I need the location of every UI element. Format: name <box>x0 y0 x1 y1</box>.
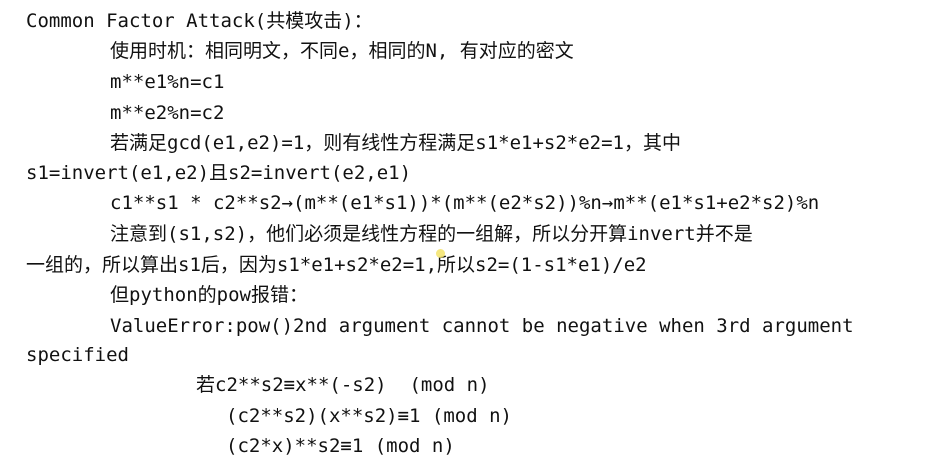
doc-line-usage: 使用时机：相同明文，不同e，相同的N, 有对应的密文 <box>110 40 574 62</box>
doc-line-derivation: c1**s1 * c2**s2→(m**(e1*s1))*(m**(e2*s2)… <box>110 192 820 214</box>
doc-line-eq1: m**e1%n=c1 <box>110 71 225 93</box>
doc-line-mod2: (c2**s2)(x**s2)≡1 (mod n) <box>226 405 512 427</box>
doc-line-eq2: m**e2%n=c2 <box>110 102 225 124</box>
doc-line-mod3: (c2*x)**s2≡1 (mod n) <box>226 435 455 457</box>
doc-line-pow: 但python的pow报错： <box>110 284 308 306</box>
doc-line-note-cont: 一组的，所以算出s1后，因为s1*e1+s2*e2=1,所以s2=(1-s1*e… <box>26 254 647 276</box>
doc-line-error: ValueError:pow()2nd argument cannot be n… <box>110 315 854 337</box>
doc-line-gcd: 若满足gcd(e1,e2)=1，则有线性方程满足s1*e1+s2*e2=1，其中 <box>110 132 681 154</box>
doc-heading: Common Factor Attack(共模攻击)： <box>26 10 373 32</box>
doc-line-mod1: 若c2**s2≡x**(-s2) (mod n) <box>196 374 490 396</box>
doc-line-invert: s1=invert(e1,e2)且s2=invert(e2,e1) <box>26 162 412 184</box>
document-page: Common Factor Attack(共模攻击)： 使用时机：相同明文，不同… <box>0 0 947 464</box>
doc-line-note: 注意到(s1,s2)，他们必须是线性方程的一组解，所以分开算invert并不是 <box>110 223 753 245</box>
doc-line-error-cont: specified <box>26 344 129 366</box>
cursor-highlight <box>436 249 445 258</box>
